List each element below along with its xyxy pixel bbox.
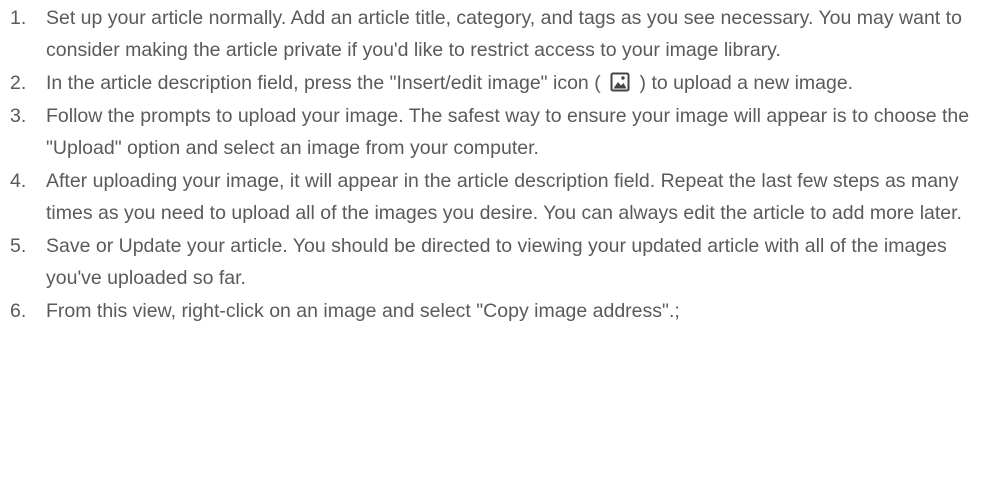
step-text-before-icon: In the article description field, press … xyxy=(46,72,601,94)
step-text: After uploading your image, it will appe… xyxy=(46,170,962,224)
image-icon xyxy=(610,72,630,92)
step-number: 2. xyxy=(10,72,27,94)
step-number: 1. xyxy=(10,7,27,29)
step-number: 4. xyxy=(10,170,27,192)
step-3: 3. Follow the prompts to upload your ima… xyxy=(0,100,985,164)
step-1: 1. Set up your article normally. Add an … xyxy=(0,2,985,66)
step-text: From this view, right-click on an image … xyxy=(46,300,680,322)
step-text: Set up your article normally. Add an art… xyxy=(46,7,962,61)
step-text: Save or Update your article. You should … xyxy=(46,235,947,289)
step-text-after-icon: ) to upload a new image. xyxy=(639,72,854,94)
step-5: 5. Save or Update your article. You shou… xyxy=(0,230,985,294)
step-2: 2. In the article description field, pre… xyxy=(0,67,985,99)
step-text: Follow the prompts to upload your image.… xyxy=(46,105,970,159)
step-number: 5. xyxy=(10,235,27,257)
instruction-steps-list: 1. Set up your article normally. Add an … xyxy=(0,0,985,327)
step-number: 6. xyxy=(10,300,27,322)
step-6: 6. From this view, right-click on an ima… xyxy=(0,295,985,327)
step-4: 4. After uploading your image, it will a… xyxy=(0,165,985,229)
step-number: 3. xyxy=(10,105,27,127)
